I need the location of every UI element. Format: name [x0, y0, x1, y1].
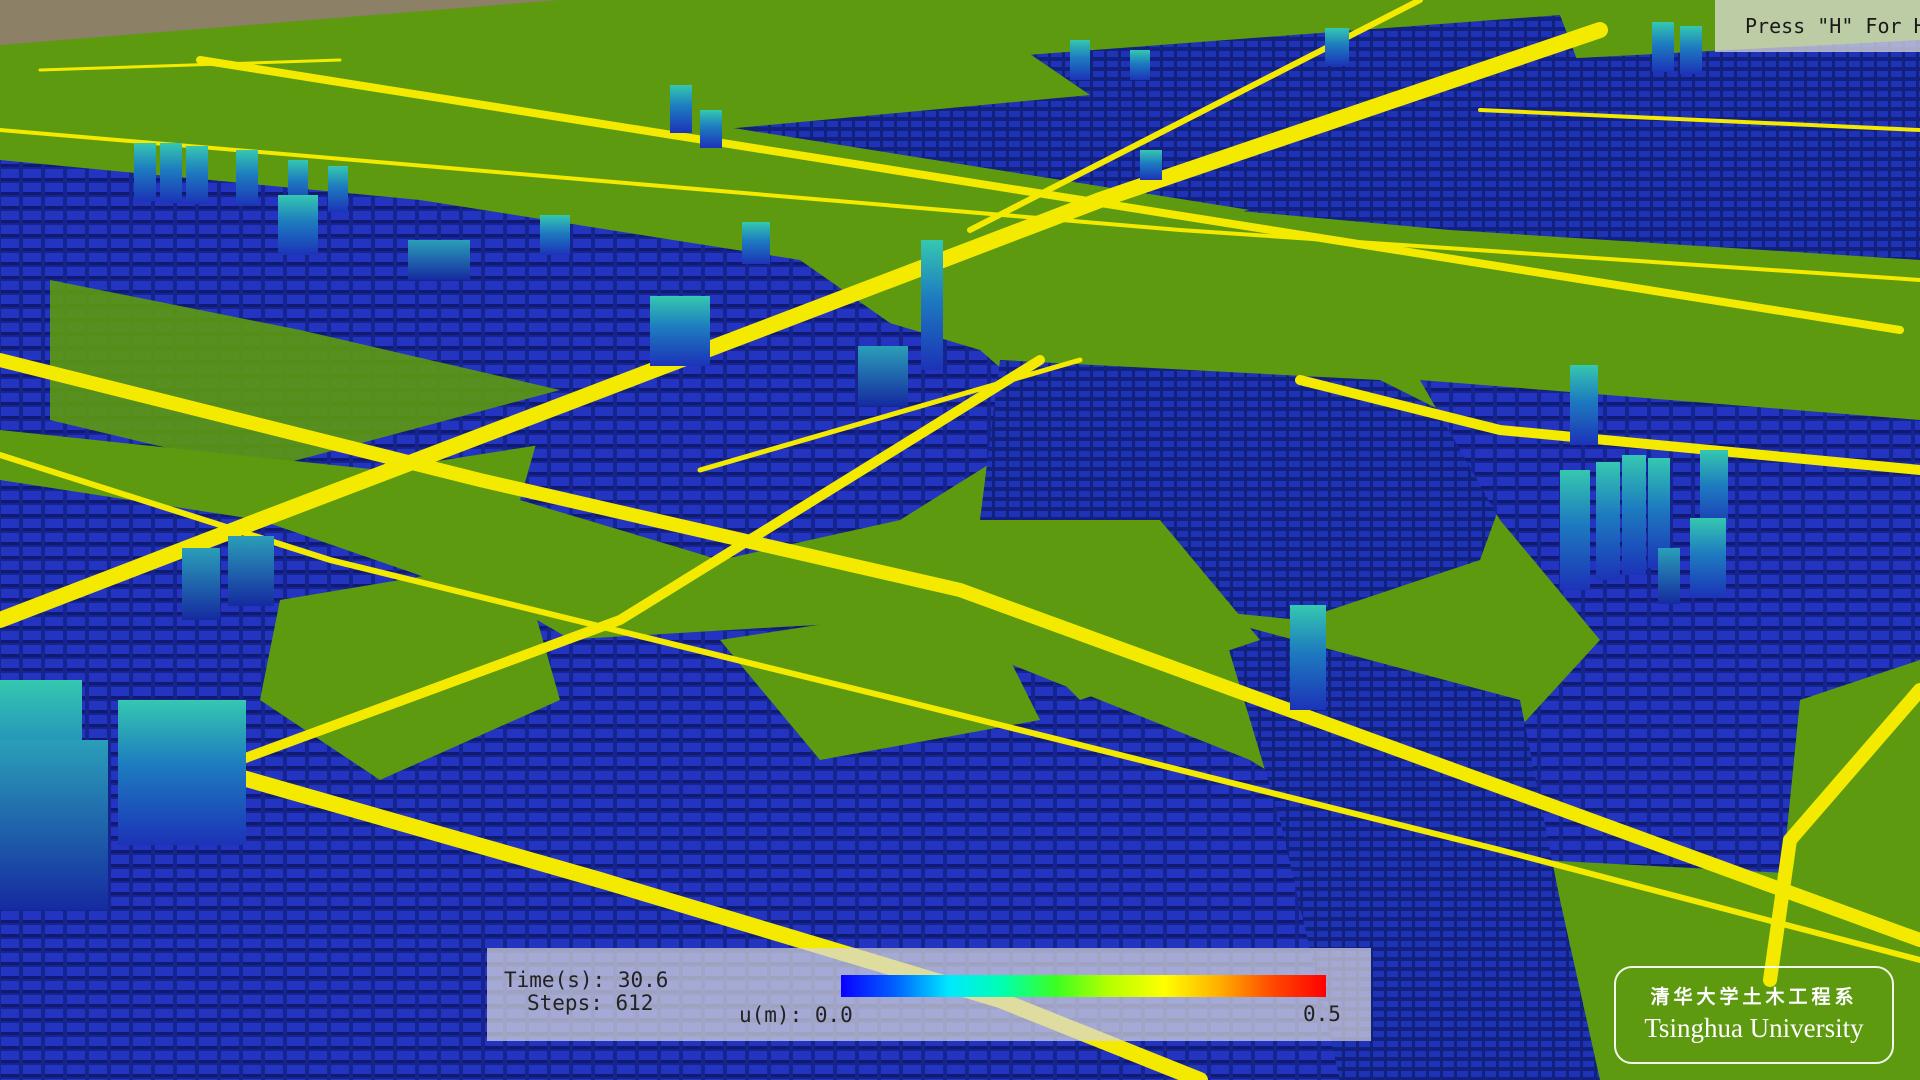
steps-readout: Steps: 612: [527, 991, 653, 1015]
simulation-hud: Time(s): 30.6 Steps: 612 u(m): 0.0 0.5: [487, 948, 1371, 1041]
simulation-viewport[interactable]: Press "H" For H Time(s): 30.6 Steps: 612…: [0, 0, 1920, 1080]
city-scene: [0, 0, 1920, 1080]
tsinghua-logo: 清华大学土木工程系 Tsinghua University: [1614, 966, 1894, 1064]
colorbar: [841, 975, 1326, 997]
logo-english: Tsinghua University: [1644, 1013, 1864, 1043]
colorbar-min-readout: u(m): 0.0: [739, 1003, 853, 1027]
colorbar-max: 0.5: [1303, 1002, 1341, 1026]
help-hint-text: Press "H" For H: [1745, 14, 1920, 38]
colorbar-label: u(m):: [739, 1003, 803, 1027]
time-value: 30.6: [617, 968, 669, 992]
steps-label: Steps:: [527, 991, 603, 1015]
steps-value: 612: [615, 991, 654, 1015]
help-hint: Press "H" For H: [1715, 0, 1920, 52]
time-readout: Time(s): 30.6: [504, 968, 668, 992]
colorbar-min: 0.0: [814, 1003, 853, 1027]
time-label: Time(s):: [504, 968, 606, 992]
logo-chinese: 清华大学土木工程系: [1650, 986, 1858, 1008]
